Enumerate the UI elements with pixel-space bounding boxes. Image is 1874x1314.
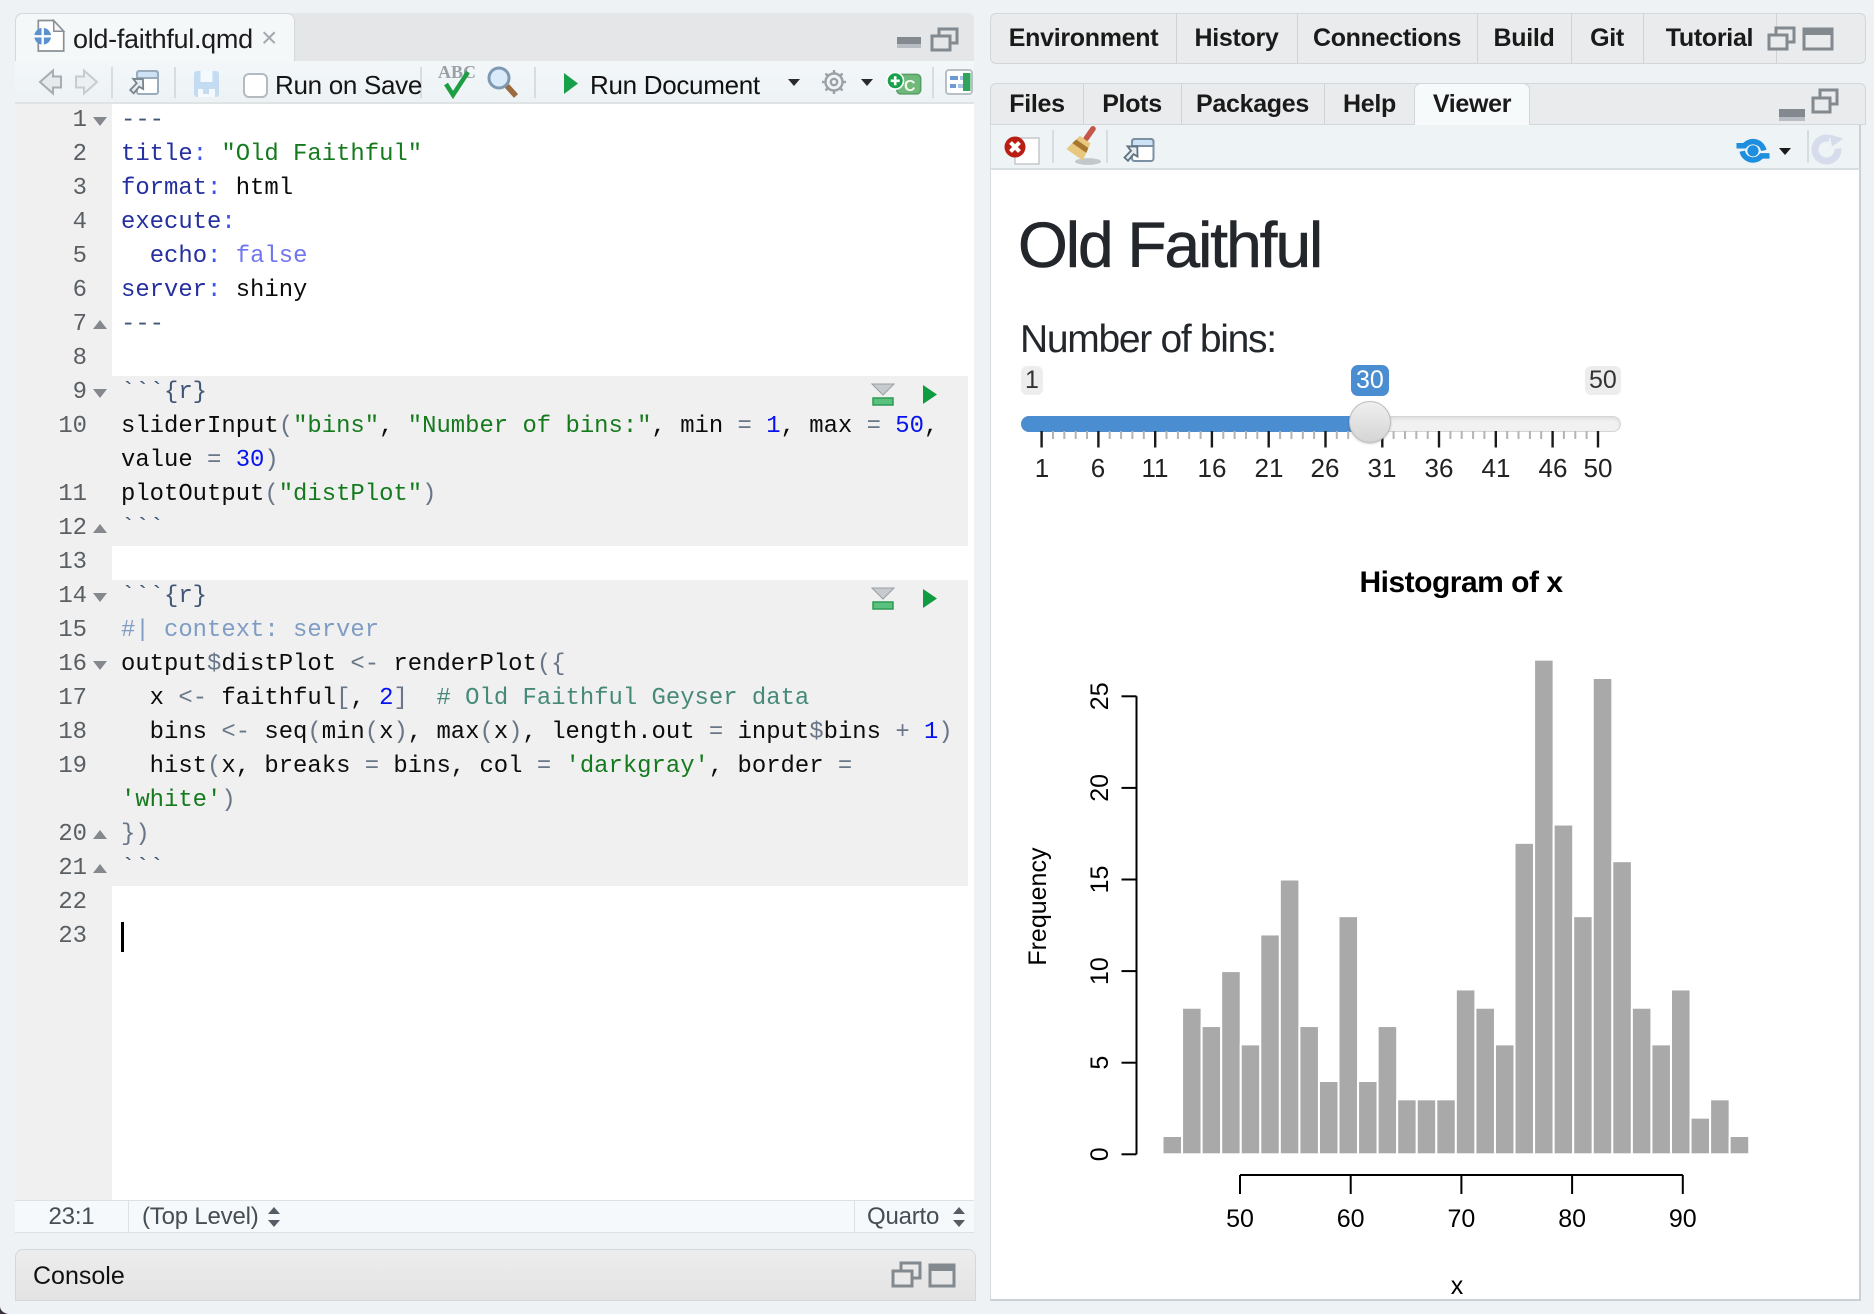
svg-text:0: 0 — [1086, 1147, 1114, 1161]
svg-text:15: 15 — [1086, 866, 1114, 894]
svg-text:10: 10 — [1086, 957, 1114, 985]
svg-text:60: 60 — [1337, 1205, 1365, 1233]
svg-text:C: C — [904, 78, 916, 95]
svg-text:x: x — [1451, 1272, 1464, 1300]
svg-text:90: 90 — [1669, 1205, 1697, 1233]
svg-text:Frequency: Frequency — [1024, 847, 1052, 966]
svg-text:5: 5 — [1086, 1056, 1114, 1070]
svg-text:Histogram of x: Histogram of x — [1359, 566, 1563, 599]
svg-text:50: 50 — [1226, 1205, 1254, 1233]
svg-text:25: 25 — [1086, 682, 1114, 710]
svg-text:70: 70 — [1447, 1205, 1475, 1233]
svg-text:ABC: ABC — [438, 62, 476, 82]
svg-text:80: 80 — [1558, 1205, 1586, 1233]
svg-text:20: 20 — [1086, 774, 1114, 802]
